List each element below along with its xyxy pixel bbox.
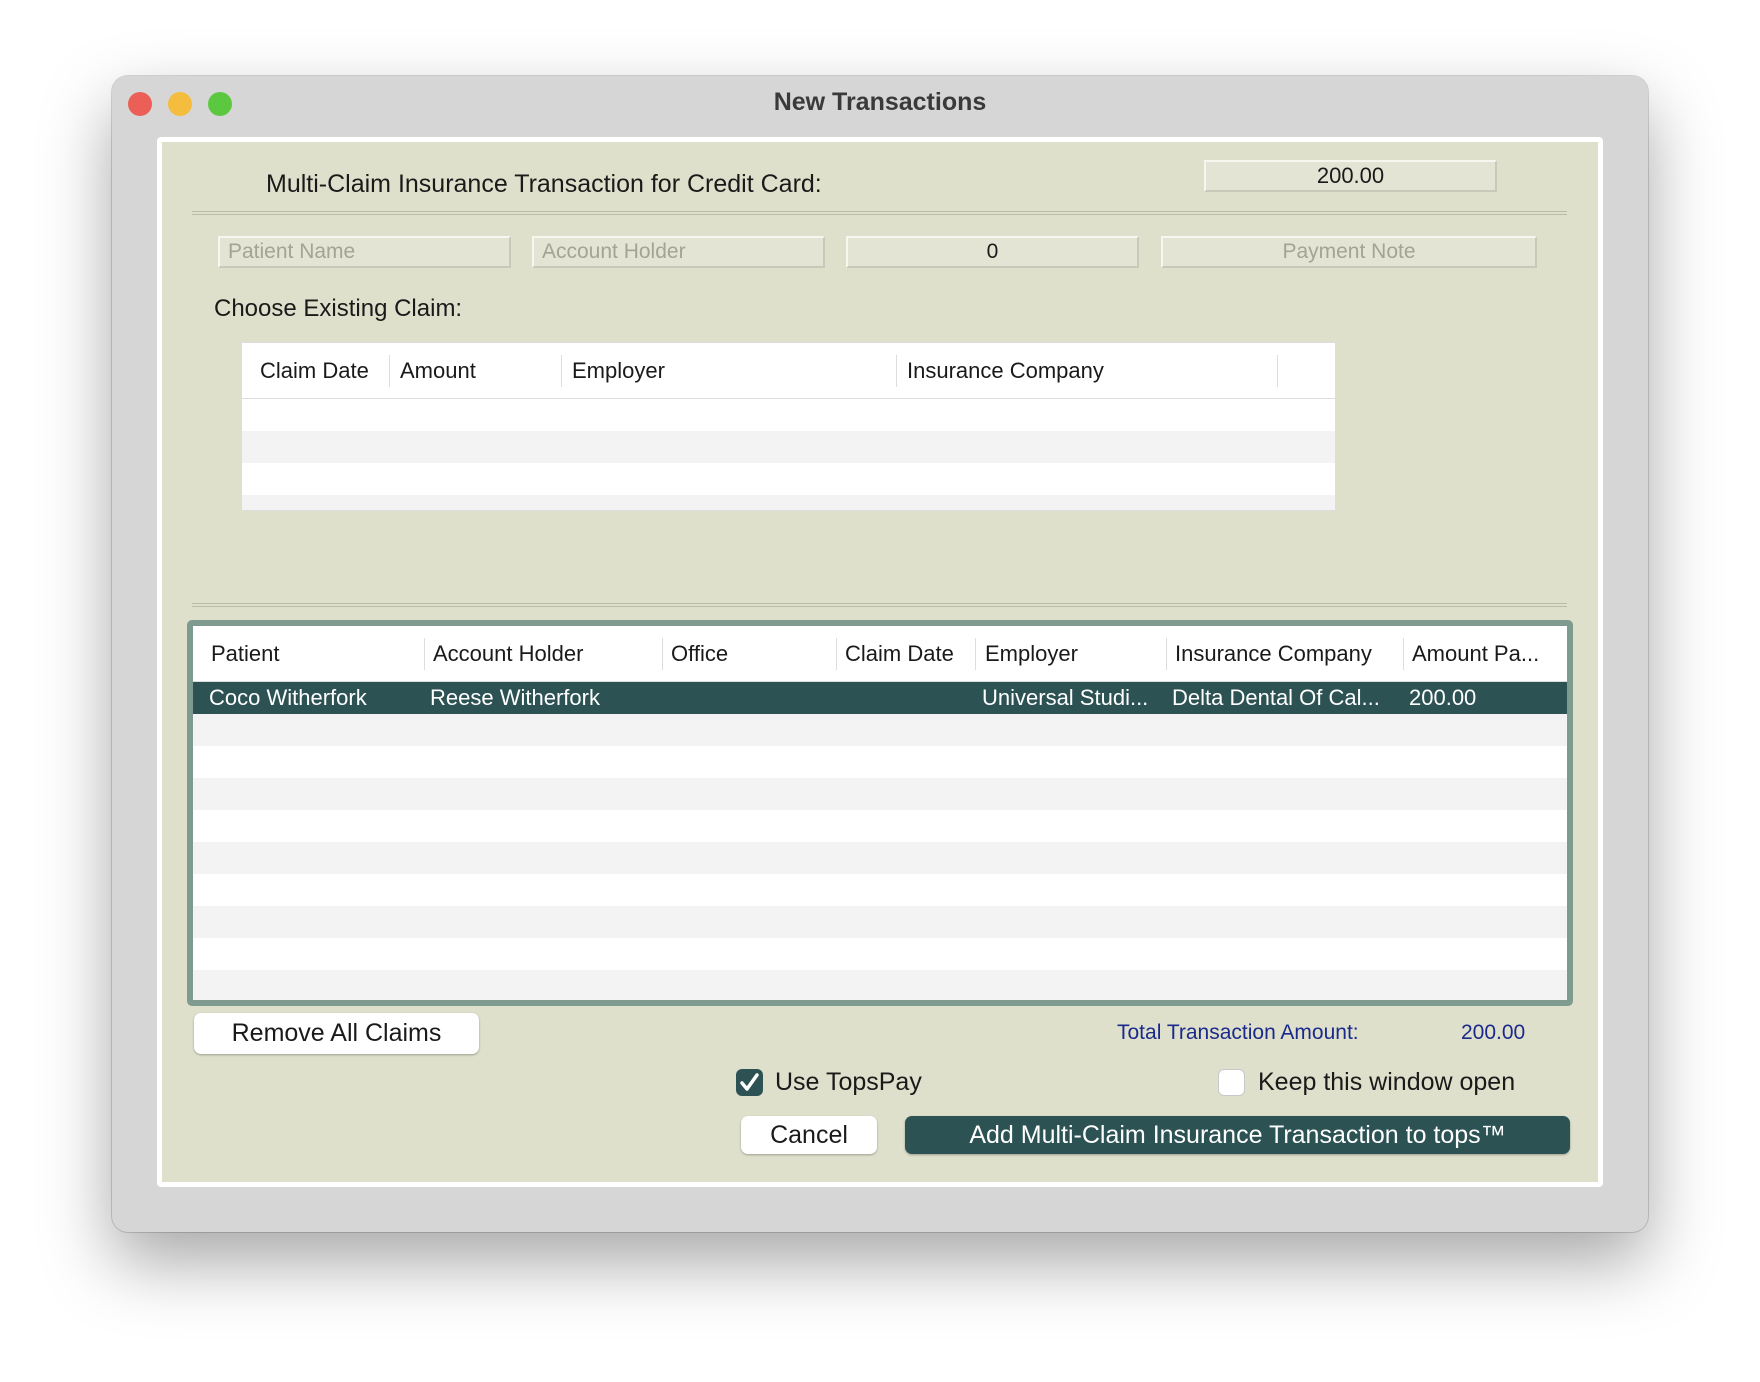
column-header-insurance-company[interactable]: Insurance Company	[907, 358, 1104, 384]
cell-employer: Universal Studi...	[982, 685, 1149, 710]
divider	[192, 603, 1567, 607]
choose-claim-label: Choose Existing Claim:	[214, 295, 463, 322]
cell-insurance-company: Delta Dental Of Cal...	[1172, 685, 1380, 710]
claims-table[interactable]: Patient Account Holder Office Claim Date…	[187, 620, 1573, 1006]
column-header-amount[interactable]: Amount	[400, 358, 476, 384]
column-header-account-holder[interactable]: Account Holder	[433, 641, 583, 667]
use-topspay-label[interactable]: Use TopsPay	[775, 1068, 922, 1097]
transaction-panel: Multi-Claim Insurance Transaction for Cr…	[157, 137, 1603, 1187]
payment-note-input[interactable]: Payment Note	[1161, 236, 1537, 268]
amount-input[interactable]: 0	[846, 236, 1139, 268]
add-transaction-button[interactable]: Add Multi-Claim Insurance Transaction to…	[905, 1116, 1570, 1154]
header-label: Multi-Claim Insurance Transaction for Cr…	[266, 170, 822, 198]
column-header-employer[interactable]: Employer	[572, 358, 665, 384]
use-topspay-checkbox[interactable]	[736, 1069, 763, 1096]
new-transactions-window: New Transactions Multi-Claim Insurance T…	[112, 76, 1648, 1232]
account-holder-input[interactable]: Account Holder	[532, 236, 825, 268]
checkmark-icon	[740, 1073, 759, 1091]
keep-window-open-checkbox[interactable]	[1218, 1069, 1245, 1096]
credit-card-amount-field[interactable]: 200.00	[1204, 160, 1497, 192]
column-header-employer[interactable]: Employer	[985, 641, 1078, 667]
total-value: 200.00	[1461, 1021, 1526, 1044]
existing-claims-table[interactable]: Claim Date Amount Employer Insurance Com…	[241, 342, 1336, 511]
divider	[192, 211, 1567, 215]
remove-all-claims-button[interactable]: Remove All Claims	[194, 1013, 479, 1054]
cell-patient: Coco Witherfork	[209, 685, 367, 710]
column-header-office[interactable]: Office	[671, 641, 728, 667]
cancel-button[interactable]: Cancel	[741, 1116, 877, 1154]
table-row[interactable]: Coco Witherfork Reese Witherfork Univers…	[193, 682, 1567, 714]
window-title: New Transactions	[773, 88, 987, 116]
total-label: Total Transaction Amount:	[1117, 1021, 1359, 1044]
column-header-claim-date[interactable]: Claim Date	[260, 358, 369, 384]
patient-name-input[interactable]: Patient Name	[218, 236, 511, 268]
cell-account-holder: Reese Witherfork	[430, 685, 600, 710]
cell-amount: 200.00	[1409, 685, 1477, 710]
column-header-insurance-company[interactable]: Insurance Company	[1175, 641, 1372, 667]
column-header-amount-paid[interactable]: Amount Pa...	[1412, 641, 1539, 667]
column-header-claim-date[interactable]: Claim Date	[845, 641, 954, 667]
keep-window-open-label[interactable]: Keep this window open	[1258, 1068, 1515, 1097]
column-header-patient[interactable]: Patient	[211, 641, 280, 667]
